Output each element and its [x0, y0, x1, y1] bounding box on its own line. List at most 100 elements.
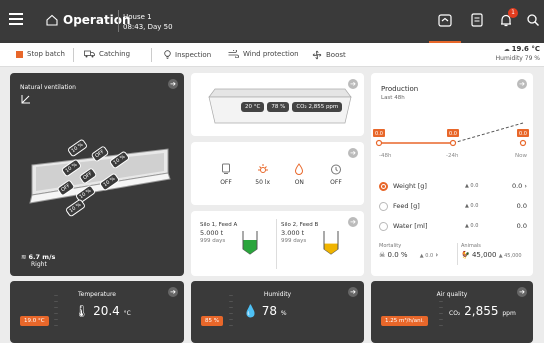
divider [276, 219, 277, 269]
production-subtitle: Last 48h [381, 95, 405, 101]
animals-label: Animals [461, 243, 481, 249]
card-title: Temperature [77, 291, 116, 298]
catching-button[interactable]: Catching [84, 50, 130, 58]
radio-selected[interactable] [379, 182, 388, 191]
silo-name: Silo 1, Feed A [200, 222, 238, 228]
silo-cone [324, 249, 338, 254]
mortality-value: 0.0 % [387, 251, 408, 259]
row-value: 0.0 [516, 222, 527, 230]
divider [151, 48, 152, 62]
x-label-start: -48h [379, 153, 392, 159]
truck-icon [84, 50, 95, 58]
row-delta: ▲ 0.0 [465, 223, 479, 229]
house-co2-tag: CO₂ 2,855 ppm [292, 102, 343, 112]
silos-card[interactable]: ➔ Silo 1, Feed A 5.000 t 999 days Silo 2… [191, 211, 364, 276]
air-quality-card[interactable]: ➔ Air quality 1.25 m³/h/ani. — — — — — — CO₂ … [371, 281, 533, 343]
wind-info: ≋ 6.7 m/s Right [21, 253, 55, 268]
silo-fill [243, 240, 257, 249]
x-label-mid: -24h [446, 153, 459, 159]
action-bar: Stop batch Catching Inspection Wind prot… [0, 43, 544, 67]
clipboard-icon[interactable] [469, 12, 485, 28]
scale-ticks: — — — — — — [229, 293, 233, 328]
row-delta: ▲ 0.0 [465, 203, 479, 209]
stop-batch-button[interactable]: Stop batch [16, 50, 65, 58]
outside-climate: ☁ 19.6 °C Humidity 79 % [496, 45, 540, 63]
search-icon[interactable] [525, 12, 541, 28]
card-title: Natural ventilation [20, 84, 76, 91]
sensor-value: OFF [220, 179, 232, 186]
sensor-value: ON [294, 179, 304, 186]
boost-button[interactable]: Boost [312, 50, 346, 60]
sensors-card[interactable]: ➔ OFF 50 lx ON OFF [191, 142, 364, 205]
house-3d-view [29, 148, 171, 204]
card-title: Air quality [436, 291, 468, 298]
sensor-list: OFF 50 lx ON OFF [211, 160, 351, 186]
wind-icon: ≋ [21, 253, 27, 261]
radio[interactable] [379, 222, 388, 231]
silo-fill [324, 243, 338, 249]
wind-protection-button[interactable]: Wind protection [228, 50, 299, 58]
arrow-right-icon[interactable]: ➔ [517, 79, 527, 89]
sensor-water: ON [284, 160, 314, 186]
divider [118, 10, 119, 32]
sensor-light: OFF [211, 160, 241, 186]
co2-icon: CO₂ [449, 310, 461, 317]
stop-icon [16, 50, 23, 58]
animals-box[interactable]: Animals 🐓 45,000 ▲ 45,000 [461, 243, 531, 259]
data-point [375, 139, 383, 147]
silo-amount: 3.000 t [281, 229, 305, 237]
house-name: House 1 [123, 13, 152, 21]
setpoint-tag: 1.25 m³/h/ani. [381, 307, 428, 326]
co2-value: CO₂ 2,855 ppm [449, 304, 516, 318]
radio[interactable] [379, 202, 388, 211]
scale-ticks: — — — — — — [54, 293, 58, 328]
sensor-timer: OFF [321, 160, 351, 186]
menu-icon[interactable] [9, 13, 23, 27]
production-card[interactable]: ➔ Production Last 48h 0.0 0.0 0.0 -48h -24… [371, 73, 533, 276]
house-info[interactable]: House 1 08:43, Day 50 [123, 12, 173, 32]
temperature-value: 🌡 20.4 °C [74, 304, 131, 318]
fan-icon [312, 50, 322, 60]
top-bar: Operation House 1 08:43, Day 50 1 [0, 0, 544, 43]
card-title: Humidity [263, 291, 292, 298]
row-name: Feed [g] [393, 202, 420, 210]
row-delta: ▲ 0.0 [465, 183, 479, 189]
arrow-right-icon[interactable]: ➔ [348, 148, 358, 158]
humidity-card[interactable]: ➔ Humidity 85 % — — — — — — 💧 78 % [191, 281, 364, 343]
page-title: Operation [63, 13, 131, 27]
production-row-water[interactable]: Water [ml] ▲ 0.0 0.0 [371, 219, 533, 235]
mortality-icon: ☠ [379, 251, 386, 259]
house-temp-tag: 20 °C [241, 102, 265, 112]
mortality-box[interactable]: Mortality ☠ 0.0 % ▲ 0.0 › [379, 243, 457, 259]
row-name: Weight [g] [393, 182, 427, 190]
silo-1-info: Silo 1, Feed A 5.000 t 999 days [200, 221, 242, 245]
setpoint-tag: 85 % [201, 307, 223, 326]
wind-protection-label: Wind protection [243, 50, 299, 58]
humidity-value: 💧 78 % [243, 304, 287, 318]
temperature-card[interactable]: ➔ Temperature 19.0 °C — — — — — — 🌡 20.4 °C [10, 281, 184, 343]
catching-label: Catching [99, 50, 131, 58]
production-row-feed[interactable]: Feed [g] ▲ 0.0 0.0 [371, 199, 533, 215]
light-bulb-icon [222, 163, 230, 174]
inspection-button[interactable]: Inspection [164, 50, 211, 59]
arrow-right-icon[interactable]: ➔ [348, 217, 358, 227]
house-view-card[interactable]: ➔ 20 °C 78 % CO₂ 2,855 ppm [191, 73, 364, 136]
house-values: 20 °C 78 % CO₂ 2,855 ppm [241, 102, 343, 112]
data-point [449, 139, 457, 147]
row-value: 0.0 [516, 202, 527, 210]
home-icon[interactable] [429, 12, 461, 43]
outside-temp: 19.6 °C [511, 45, 540, 53]
wind-icon [228, 50, 239, 58]
data-point [519, 139, 527, 147]
arrow-right-icon[interactable]: ➔ [168, 79, 178, 89]
x-label-end: Now [515, 153, 527, 159]
production-row-weight[interactable]: Weight [g] ▲ 0.0 0.0 › [371, 179, 533, 195]
home-outline-icon [46, 14, 58, 26]
silo-1-gauge [242, 231, 258, 255]
outside-humidity: Humidity 79 % [495, 55, 540, 62]
data-label: 0.0 [449, 131, 457, 137]
mortality-delta: ▲ 0.0 [419, 253, 434, 259]
natural-ventilation-card[interactable]: Natural ventilation ➔ 10 % OFF 10 % 10 % OFF… [10, 73, 184, 276]
notification-badge: 1 [508, 8, 518, 18]
sun-icon [257, 164, 268, 173]
